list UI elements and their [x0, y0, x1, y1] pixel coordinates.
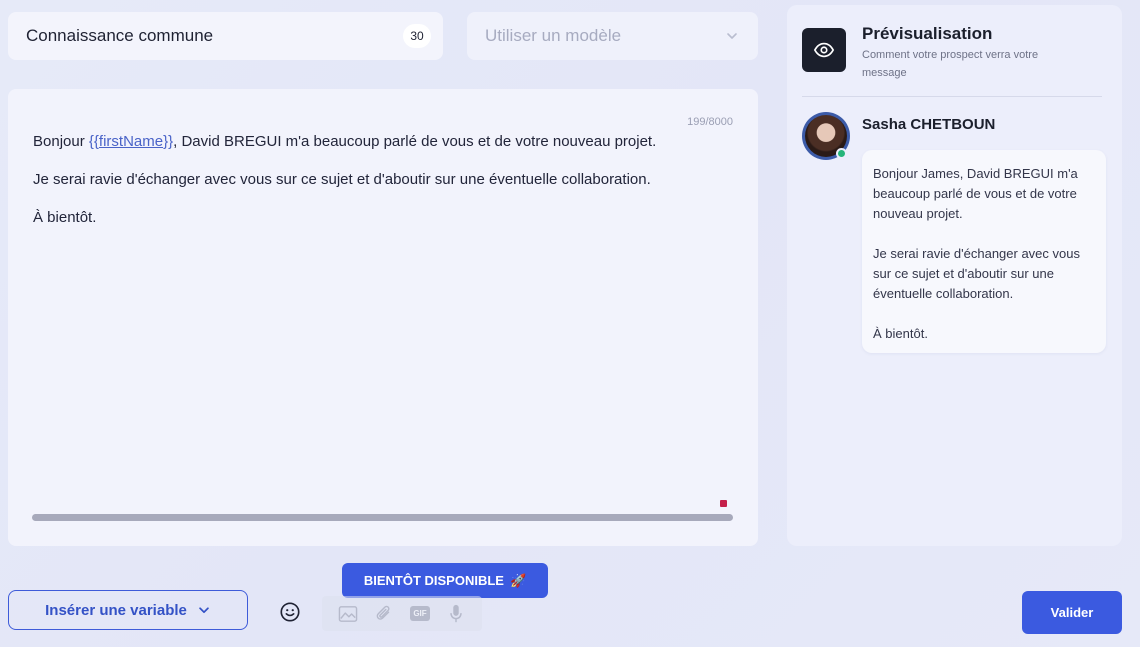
character-counter-badge: 30 [403, 24, 431, 48]
editor-line-3: À bientôt. [33, 209, 97, 226]
validate-label: Valider [1050, 605, 1094, 620]
rocket-icon: 🚀 [509, 572, 527, 588]
gif-icon: GIF [409, 603, 431, 625]
line1-suffix: , David BREGUI m'a beaucoup parlé de vou… [173, 133, 657, 150]
message-name-value[interactable]: Connaissance commune [26, 26, 403, 46]
coming-soon-label: BIENTÔT DISPONIBLE [363, 573, 504, 588]
eye-icon [813, 42, 835, 58]
preview-panel: Prévisualisation Comment votre prospect … [787, 5, 1122, 546]
emoji-button[interactable] [277, 599, 302, 624]
line1-prefix: Bonjour [33, 133, 89, 150]
chevron-down-icon [727, 33, 737, 39]
chevron-down-icon [199, 607, 209, 614]
smiley-icon [279, 601, 300, 622]
first-name-variable[interactable]: {{firstName}} [89, 133, 173, 150]
coming-soon-badge: BIENTÔT DISPONIBLE 🚀 [342, 563, 548, 598]
template-select-placeholder: Utiliser un modèle [485, 26, 622, 45]
microphone-icon [445, 603, 467, 625]
variable-open-brace: {{ [88, 133, 99, 150]
message-bubble: Bonjour James, David BREGUI m'a beaucoup… [862, 150, 1106, 353]
editor-scrollbar[interactable] [32, 514, 733, 521]
bubble-paragraph-3: À bientôt. [873, 326, 928, 341]
resize-marker [720, 500, 727, 507]
bubble-paragraph-1: Bonjour James, David BREGUI m'a beaucoup… [873, 166, 1078, 221]
insert-variable-button[interactable]: Insérer une variable [8, 590, 248, 630]
editor-line-2: Je serai ravie d'échanger avec vous sur … [33, 171, 651, 188]
variable-close-brace: }} [163, 133, 174, 150]
template-select[interactable]: Utiliser un modèle [467, 12, 758, 60]
editor-text[interactable]: Bonjour {{firstName}}, David BREGUI m'a … [33, 133, 733, 247]
insert-variable-label: Insérer une variable [45, 601, 187, 619]
media-attachments-group: GIF [322, 596, 482, 631]
message-name-input[interactable]: Connaissance commune 30 [8, 12, 443, 60]
image-icon [337, 603, 359, 625]
online-status-dot [836, 148, 847, 159]
sender-name: Sasha CHETBOUN [862, 116, 996, 133]
validate-button[interactable]: Valider [1022, 591, 1122, 634]
message-editor[interactable]: 199/8000 Bonjour {{firstName}}, David BR… [8, 89, 758, 546]
preview-divider [802, 96, 1102, 97]
variable-name: firstName [98, 133, 164, 150]
preview-icon-box [802, 28, 846, 72]
bubble-paragraph-2: Je serai ravie d'échanger avec vous sur … [873, 246, 1080, 301]
paperclip-icon [373, 603, 395, 625]
preview-subtitle: Comment votre prospect verra votre messa… [862, 49, 1039, 79]
editor-line-1: Bonjour {{firstName}}, David BREGUI m'a … [33, 133, 733, 151]
gif-label: GIF [410, 606, 430, 621]
preview-title: Prévisualisation [862, 24, 993, 43]
editor-char-count: 199/8000 [687, 116, 733, 128]
